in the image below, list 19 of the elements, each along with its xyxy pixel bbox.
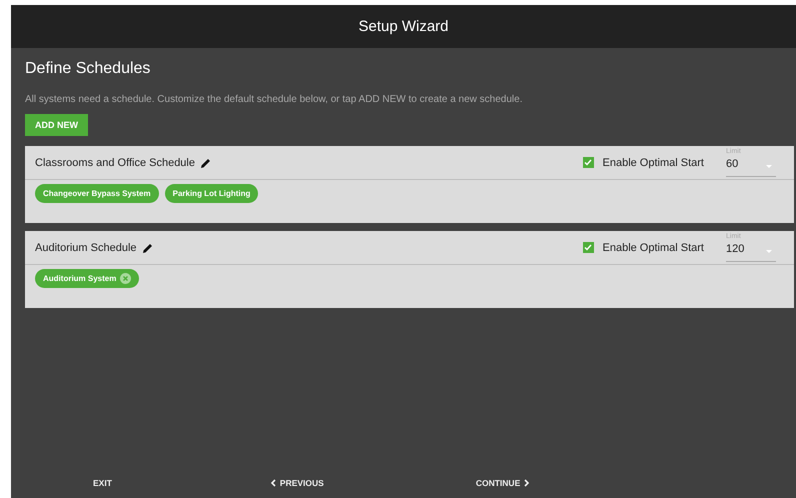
pencil-icon[interactable] (142, 242, 153, 252)
window-title: Setup Wizard (358, 18, 449, 35)
footer-button[interactable]: EXIT (93, 478, 112, 488)
checkbox-label: Enable Optimal Start (602, 242, 704, 254)
chevron-right-icon (524, 479, 530, 487)
chevron-left-icon (270, 479, 276, 487)
schedule-name: Auditorium Schedule (35, 242, 137, 254)
description-text: All systems need a schedule. Customize the default schedule below, or tap ADD NEW to create a new schedule. (25, 94, 524, 105)
checkbox-label: Enable Optimal Start (602, 156, 704, 168)
schedule-name: Classrooms and Office Schedule (35, 156, 195, 168)
dropdown-arrow-icon (766, 250, 772, 253)
remove-icon[interactable] (120, 273, 132, 284)
page-heading: Define Schedules (25, 60, 152, 78)
optimal-start-checkbox[interactable] (582, 157, 594, 168)
footer-button[interactable]: PREVIOUS (270, 478, 324, 488)
pencil-icon[interactable] (201, 158, 211, 168)
optimal-start-checkbox[interactable] (582, 242, 594, 253)
dropdown-arrow-icon (766, 165, 772, 168)
footer-button[interactable]: CONTINUE (476, 478, 530, 488)
